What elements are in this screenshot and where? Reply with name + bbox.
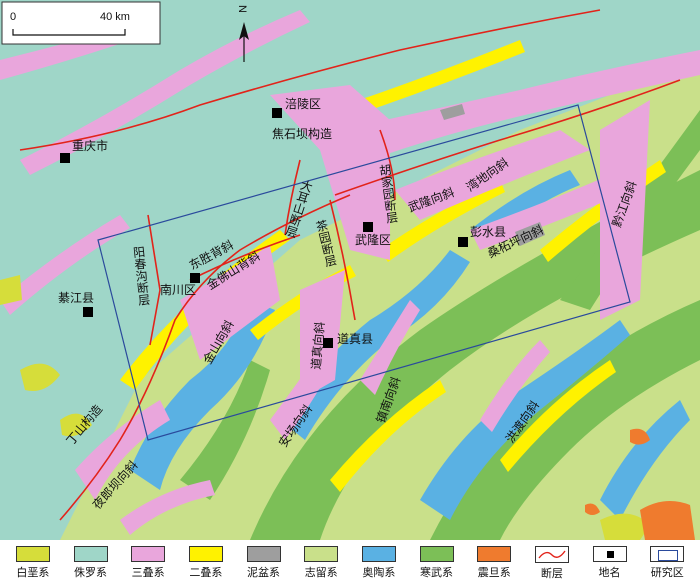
legend-label: 三叠系 [131, 566, 165, 579]
scale-box [1, 1, 161, 45]
legend-label: 奥陶系 [362, 566, 396, 579]
legend-label: 白垩系 [16, 566, 50, 579]
legend-item: 地名 [581, 540, 639, 580]
legend-swatch [131, 546, 166, 562]
legend-label: 泥盆系 [247, 566, 281, 579]
legend-item: 奥陶系 [350, 540, 408, 580]
place-label: 重庆市 [72, 138, 108, 153]
legend-item: 研究区 [638, 540, 696, 580]
legend-label: 二叠系 [189, 566, 223, 579]
legend-label: 侏罗系 [74, 566, 107, 579]
geologic-map: 0 40 km N 涪陵区 重庆市 武隆区 彭水县 南川区 綦江县 道真县 焦石… [0, 0, 700, 540]
legend-label: 震旦系 [477, 566, 511, 579]
place-marker [458, 237, 468, 247]
legend-swatch [304, 546, 339, 562]
fault-line-icon [534, 546, 569, 563]
structure-label: 焦石坝构造 [272, 126, 332, 141]
place-marker [190, 273, 200, 283]
legend-swatch [73, 546, 108, 562]
legend: 白垩系 侏罗系 三叠系 二叠系 泥盆系 志留系 奥陶系 寒武系 震旦系 断层 地名 研究区 [0, 540, 700, 580]
legend-label: 研究区 [650, 566, 684, 579]
scale-zero: 0 [10, 11, 16, 23]
legend-swatch [15, 546, 50, 562]
place-marker [83, 307, 93, 317]
legend-item: 志留系 [292, 540, 350, 580]
place-marker [60, 153, 70, 163]
place-label: 道真县 [337, 332, 373, 346]
place-label: 涪陵区 [285, 96, 321, 111]
legend-swatch [361, 546, 396, 562]
legend-label: 断层 [540, 567, 563, 580]
legend-item: 二叠系 [177, 540, 235, 580]
place-label: 彭水县 [470, 225, 506, 239]
place-marker [363, 222, 373, 232]
legend-swatch [188, 546, 223, 562]
legend-item: 震旦系 [465, 540, 523, 580]
place-label: 南川区 [160, 282, 196, 297]
place-marker-icon [592, 546, 627, 562]
legend-swatch [246, 546, 281, 562]
place-marker [272, 108, 282, 118]
legend-label: 寒武系 [420, 566, 454, 579]
legend-swatch [419, 546, 454, 562]
north-label: N [236, 5, 248, 13]
legend-item: 寒武系 [408, 540, 466, 580]
legend-item: 白垩系 [4, 540, 62, 580]
legend-swatch [477, 546, 512, 562]
legend-label: 地名 [598, 566, 621, 579]
study-area-icon [650, 546, 685, 562]
legend-label: 志留系 [304, 566, 338, 579]
legend-item: 侏罗系 [62, 540, 120, 580]
legend-item: 断层 [523, 540, 581, 580]
scale-end: 40 km [100, 11, 130, 23]
place-label: 綦江县 [58, 291, 94, 305]
place-label: 武隆区 [355, 232, 391, 247]
legend-item: 泥盆系 [235, 540, 293, 580]
legend-item: 三叠系 [119, 540, 177, 580]
